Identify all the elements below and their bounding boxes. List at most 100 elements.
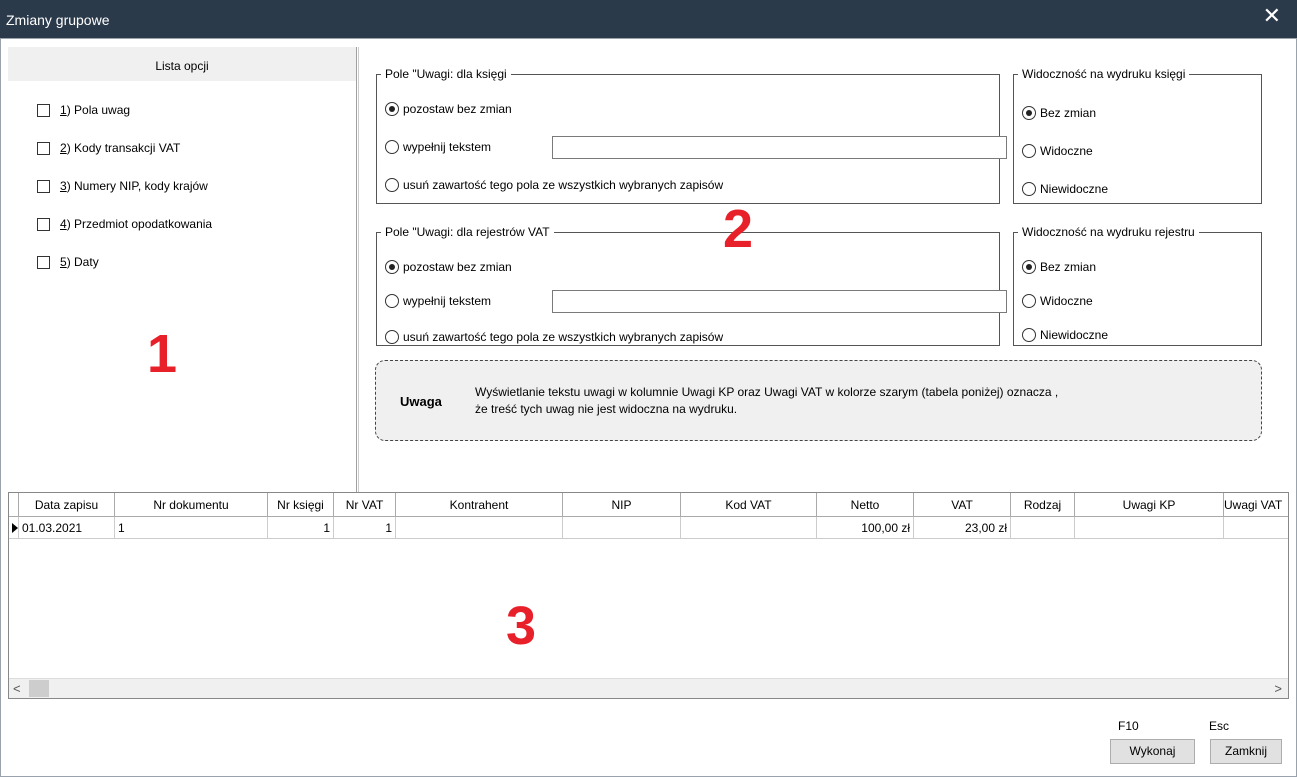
group-legend: Widoczność na wydruku księgi	[1022, 67, 1186, 81]
radio-label: Niewidoczne	[1040, 328, 1109, 342]
table-cell[interactable]	[1075, 517, 1224, 539]
radio-fill[interactable]: wypełnij tekstem	[385, 293, 491, 309]
column-header[interactable]: Uwagi VAT	[1224, 493, 1288, 517]
table-cell[interactable]	[563, 517, 681, 539]
options-list-title: Lista opcji	[155, 59, 209, 73]
close-icon[interactable]: ✕	[1263, 5, 1281, 27]
radio-label: usuń zawartość tego pola ze wszystkich w…	[403, 178, 724, 192]
radio-button[interactable]	[1022, 144, 1036, 158]
radio-visible[interactable]: Widoczne	[1022, 293, 1093, 309]
table-cell[interactable]	[396, 517, 563, 539]
table-cell[interactable]	[681, 517, 817, 539]
note-text: Wyświetlanie tekstu uwagi w kolumnie Uwa…	[475, 384, 1058, 418]
radio-keep[interactable]: pozostaw bez zmian	[385, 259, 512, 275]
radio-no-change[interactable]: Bez zmian	[1022, 105, 1096, 121]
radio-clear[interactable]: usuń zawartość tego pola ze wszystkich w…	[385, 329, 723, 345]
radio-invisible[interactable]: Niewidoczne	[1022, 181, 1108, 197]
table-cell[interactable]: 23,00 zł	[914, 517, 1011, 539]
close-button[interactable]: Zamknij	[1210, 739, 1282, 764]
column-header[interactable]: NIP	[563, 493, 681, 517]
note-line-1: Wyświetlanie tekstu uwagi w kolumnie Uwa…	[475, 385, 1059, 399]
settings-panel: Pole "Uwagi: dla księgi pozostaw bez zmi…	[358, 47, 1287, 494]
table-cell[interactable]: 01.03.2021	[19, 517, 115, 539]
column-header[interactable]: Nr dokumentu	[115, 493, 268, 517]
info-note: Uwaga Wyświetlanie tekstu uwagi w kolumn…	[375, 360, 1262, 441]
radio-no-change[interactable]: Bez zmian	[1022, 259, 1096, 275]
execute-button[interactable]: Wykonaj	[1110, 739, 1195, 764]
rejestr-visibility-group: Widoczność na wydruku rejestru Bez zmian…	[1013, 225, 1262, 346]
radio-button[interactable]	[1022, 106, 1036, 120]
row-indicator	[9, 517, 19, 539]
annotation-marker-2: 2	[723, 199, 754, 259]
radio-fill[interactable]: wypełnij tekstem	[385, 139, 491, 155]
radio-button[interactable]	[385, 102, 399, 116]
column-header[interactable]: VAT	[914, 493, 1011, 517]
option-item-2[interactable]: 2) Kody transakcji VAT	[37, 140, 180, 156]
column-header[interactable]: Kod VAT	[681, 493, 817, 517]
option-label: ) Pola uwag	[66, 103, 131, 117]
ksiega-notes-group: Pole "Uwagi: dla księgi pozostaw bez zmi…	[376, 67, 1007, 204]
option-label: ) Numery NIP, kody krajów	[66, 179, 208, 193]
radio-keep[interactable]: pozostaw bez zmian	[385, 101, 512, 117]
table-cell[interactable]: 1	[115, 517, 268, 539]
radio-clear[interactable]: usuń zawartość tego pola ze wszystkich w…	[385, 177, 723, 193]
checkbox[interactable]	[37, 103, 50, 117]
radio-visible[interactable]: Widoczne	[1022, 143, 1093, 159]
group-legend: Pole "Uwagi: dla rejestrów VAT	[385, 225, 550, 239]
row-indicator-header	[9, 493, 19, 517]
radio-button[interactable]	[1022, 260, 1036, 274]
option-item-3[interactable]: 3) Numery NIP, kody krajów	[37, 178, 208, 194]
ksiega-visibility-group: Widoczność na wydruku księgi Bez zmian W…	[1013, 67, 1262, 204]
checkbox[interactable]	[37, 141, 50, 155]
records-table[interactable]: Data zapisu Nr dokumentu Nr księgi Nr VA…	[8, 492, 1289, 699]
radio-button[interactable]	[385, 140, 399, 154]
note-label: Uwaga	[400, 394, 442, 409]
radio-button[interactable]	[1022, 328, 1036, 342]
column-header[interactable]: Data zapisu	[19, 493, 115, 517]
table-header: Data zapisu Nr dokumentu Nr księgi Nr VA…	[9, 493, 1288, 517]
checkbox[interactable]	[37, 255, 50, 269]
option-item-1[interactable]: 1) Pola uwag	[37, 102, 130, 118]
horizontal-scrollbar[interactable]: < >	[9, 678, 1288, 698]
option-label: ) Kody transakcji VAT	[66, 141, 181, 155]
radio-label: Niewidoczne	[1040, 182, 1109, 196]
column-header[interactable]: Kontrahent	[396, 493, 563, 517]
vat-text-input[interactable]	[552, 290, 1007, 313]
radio-button[interactable]	[385, 330, 399, 344]
ksiega-text-input[interactable]	[552, 136, 1007, 159]
radio-button[interactable]	[1022, 182, 1036, 196]
radio-button[interactable]	[1022, 294, 1036, 308]
column-header[interactable]: Netto	[817, 493, 914, 517]
column-header[interactable]: Nr księgi	[268, 493, 334, 517]
table-cell[interactable]	[1224, 517, 1288, 539]
column-header[interactable]: Nr VAT	[334, 493, 396, 517]
checkbox[interactable]	[37, 179, 50, 193]
table-cell[interactable]: 100,00 zł	[817, 517, 914, 539]
close-shortcut: Esc	[1209, 719, 1230, 733]
scroll-left-icon[interactable]: <	[13, 681, 21, 696]
column-header[interactable]: Rodzaj	[1011, 493, 1075, 517]
radio-button[interactable]	[385, 294, 399, 308]
option-key: 2	[60, 141, 67, 155]
radio-label: Bez zmian	[1040, 260, 1097, 274]
radio-invisible[interactable]: Niewidoczne	[1022, 327, 1108, 343]
group-legend: Widoczność na wydruku rejestru	[1022, 225, 1195, 239]
column-header[interactable]: Uwagi KP	[1075, 493, 1224, 517]
table-cell[interactable]: 1	[268, 517, 334, 539]
scroll-right-icon[interactable]: >	[1274, 681, 1282, 696]
table-cell[interactable]: 1	[334, 517, 396, 539]
option-item-5[interactable]: 5) Daty	[37, 254, 99, 270]
radio-button[interactable]	[385, 178, 399, 192]
table-row[interactable]: 01.03.2021 1 1 1 100,00 zł 23,00 zł	[9, 517, 1288, 539]
table-cell[interactable]	[1011, 517, 1075, 539]
option-key: 1	[60, 103, 67, 117]
scrollbar-thumb[interactable]	[29, 680, 49, 697]
annotation-marker-3: 3	[506, 596, 537, 656]
current-row-pointer-icon	[12, 523, 18, 533]
radio-label: Bez zmian	[1040, 106, 1097, 120]
option-item-4[interactable]: 4) Przedmiot opodatkowania	[37, 216, 212, 232]
radio-label: usuń zawartość tego pola ze wszystkich w…	[403, 330, 724, 344]
radio-label: wypełnij tekstem	[403, 140, 492, 154]
checkbox[interactable]	[37, 217, 50, 231]
radio-button[interactable]	[385, 260, 399, 274]
